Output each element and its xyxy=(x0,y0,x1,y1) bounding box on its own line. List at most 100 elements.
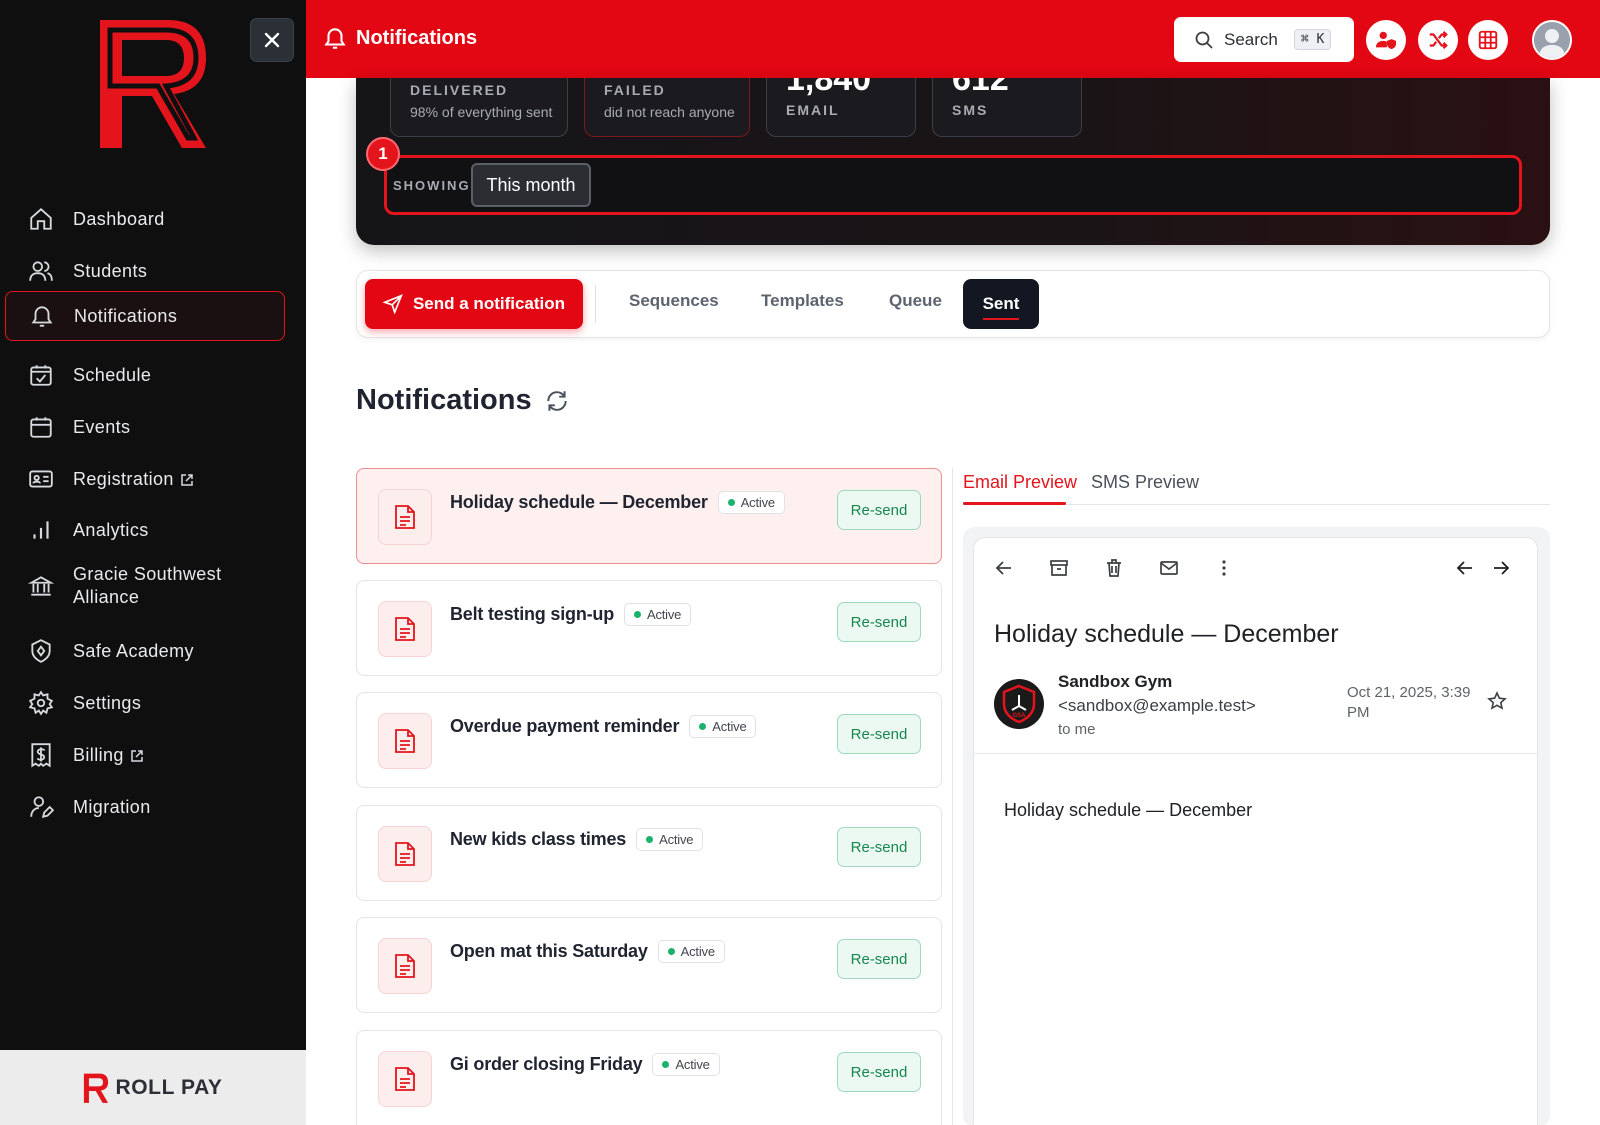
email-subject: Holiday schedule — December xyxy=(994,620,1339,648)
sidebar-item-label: Events xyxy=(73,416,131,437)
notification-title: Overdue payment reminder xyxy=(450,716,680,736)
bell-icon xyxy=(28,302,56,330)
brand-name: ROLL PAY xyxy=(115,1075,223,1099)
list-item[interactable]: Overdue payment reminder Active Re-send xyxy=(356,692,942,788)
search-shortcut: ⌘ K xyxy=(1293,29,1332,50)
bell-icon xyxy=(324,28,346,49)
sidebar-item-label: Analytics xyxy=(73,519,149,540)
user-avatar-icon xyxy=(1534,22,1570,58)
search-placeholder: Search xyxy=(1224,29,1278,49)
more-vertical-icon[interactable] xyxy=(1210,554,1238,582)
status-badge: Active xyxy=(717,491,785,514)
tab-sms-preview[interactable]: SMS Preview xyxy=(1091,472,1199,493)
status-badge: Active xyxy=(689,715,757,738)
sidebar-item-gracie-southwest-alliance[interactable]: Gracie Southwest Alliance xyxy=(5,558,285,614)
sidebar-item-label: Schedule xyxy=(73,364,152,385)
resend-button[interactable]: Re-send xyxy=(837,939,921,979)
sidebar-item-students[interactable]: Students xyxy=(5,248,285,294)
email-body: Holiday schedule — December xyxy=(1004,800,1253,820)
resend-button[interactable]: Re-send xyxy=(837,490,921,530)
prev-arrow-icon[interactable] xyxy=(1451,554,1479,582)
sidebar-item-migration[interactable]: Migration xyxy=(5,784,285,830)
trash-icon[interactable] xyxy=(1100,554,1128,582)
gear-icon xyxy=(27,689,55,717)
tab-templates[interactable]: Templates xyxy=(761,291,844,311)
sidebar-item-schedule[interactable]: Schedule xyxy=(5,352,285,398)
page-title: Notifications xyxy=(356,26,478,49)
resend-button[interactable]: Re-send xyxy=(837,827,921,867)
receipt-dollar-icon xyxy=(27,741,55,769)
star-icon[interactable] xyxy=(1487,691,1507,716)
sidebar-item-registration[interactable]: Registration xyxy=(5,456,285,502)
list-item[interactable]: Belt testing sign-up Active Re-send xyxy=(356,580,942,676)
sidebar-item-label: Registration xyxy=(73,468,174,489)
mail-icon[interactable] xyxy=(1155,554,1183,582)
resend-button[interactable]: Re-send xyxy=(837,714,921,754)
sender-avatar: GSA xyxy=(994,679,1044,729)
external-link-icon xyxy=(181,474,193,486)
period-select[interactable]: This month xyxy=(471,163,591,207)
shuffle-button[interactable] xyxy=(1418,20,1458,60)
list-item[interactable]: Holiday schedule — December Active Re-sen… xyxy=(356,468,942,564)
home-icon xyxy=(27,205,55,233)
sidebar-item-billing[interactable]: Billing xyxy=(5,732,285,778)
document-icon xyxy=(378,938,432,994)
document-icon xyxy=(378,1051,432,1107)
document-icon xyxy=(378,826,432,882)
apps-grid-button[interactable] xyxy=(1468,20,1508,60)
notification-tabs: Send a notification Sequences Templates … xyxy=(356,270,1550,338)
next-arrow-icon[interactable] xyxy=(1487,554,1515,582)
id-card-icon xyxy=(27,465,55,493)
search-icon xyxy=(1195,31,1213,49)
tab-email-preview[interactable]: Email Preview xyxy=(963,472,1077,493)
sidebar-item-dashboard[interactable]: Dashboard xyxy=(5,196,285,242)
email-date: Oct 21, 2025, 3:39 PM xyxy=(1347,684,1471,721)
showing-filter: SHOWING This month xyxy=(384,155,1522,215)
sidebar-item-analytics[interactable]: Analytics xyxy=(5,507,285,553)
sidebar-item-label: Notifications xyxy=(74,305,178,326)
roll-logo-small xyxy=(84,1073,109,1103)
grid-icon xyxy=(1478,30,1498,50)
close-icon xyxy=(264,32,280,48)
stats-card: DELIVERED 98% of everything sent FAILED … xyxy=(356,78,1550,245)
list-item[interactable]: New kids class times Active Re-send xyxy=(356,805,942,901)
shield-icon xyxy=(27,637,55,665)
list-item[interactable]: Open mat this Saturday Active Re-send xyxy=(356,917,942,1013)
tab-sent[interactable]: Sent xyxy=(963,279,1039,329)
sidebar-item-safe-academy[interactable]: Safe Academy xyxy=(5,628,285,674)
bank-icon xyxy=(27,572,55,600)
calendar-check-icon xyxy=(27,361,55,389)
status-badge: Active xyxy=(624,603,692,626)
sidebar-item-label: Students xyxy=(73,260,148,281)
shuffle-icon xyxy=(1429,30,1448,50)
email-stat: 1,840 EMAIL xyxy=(766,78,916,137)
close-sidebar-button[interactable] xyxy=(250,18,294,62)
sidebar-item-events[interactable]: Events xyxy=(5,404,285,450)
email-preview-panel: Holiday schedule — December GSA Sandbox … xyxy=(963,527,1550,1125)
sender-email: <sandbox@example.test> xyxy=(1058,696,1256,715)
notification-title: Belt testing sign-up xyxy=(450,604,614,624)
gsa-shield-logo: GSA xyxy=(1002,684,1036,724)
tab-queue[interactable]: Queue xyxy=(889,291,942,311)
send-notification-button[interactable]: Send a notification xyxy=(365,279,583,329)
avatar[interactable] xyxy=(1532,20,1572,60)
refresh-icon[interactable] xyxy=(544,388,570,414)
list-item[interactable]: Gi order closing Friday Active Re-send xyxy=(356,1030,942,1125)
document-icon xyxy=(378,713,432,769)
sidebar-item-notifications[interactable]: Notifications xyxy=(5,291,285,341)
roll-pay-brand: ROLL PAY xyxy=(0,1050,306,1125)
user-edit-icon xyxy=(27,793,55,821)
document-icon xyxy=(378,601,432,657)
tab-sequences[interactable]: Sequences xyxy=(629,291,719,311)
sidebar-item-label: Settings xyxy=(73,692,142,713)
archive-icon[interactable] xyxy=(1045,554,1073,582)
resend-button[interactable]: Re-send xyxy=(837,602,921,642)
search-input[interactable]: Search ⌘ K xyxy=(1174,17,1354,62)
resend-button[interactable]: Re-send xyxy=(837,1052,921,1092)
back-arrow-icon[interactable] xyxy=(990,554,1018,582)
user-shield-button[interactable] xyxy=(1366,20,1406,60)
bar-chart-icon xyxy=(27,516,55,544)
sidebar-item-settings[interactable]: Settings xyxy=(5,680,285,726)
sidebar-item-label: Billing xyxy=(73,744,124,765)
svg-text:GSA: GSA xyxy=(1012,713,1026,719)
